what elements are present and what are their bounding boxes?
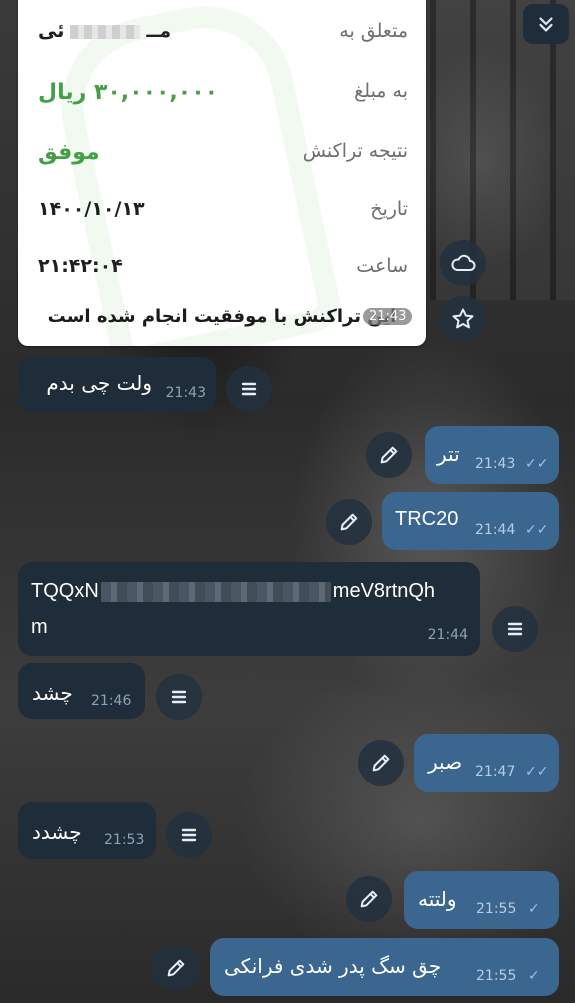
receipt-label: تاریخ [370, 198, 408, 220]
owner-name-start: مــ [146, 20, 172, 42]
check-icon: ✓ [528, 968, 540, 984]
message-text: صبر [428, 750, 463, 774]
message-time: 21:47 [475, 764, 516, 780]
wallet-address-text: TQQxN meV8rtnQh [31, 580, 435, 603]
receipt-row-result: نتیجه تراکنش موفق [18, 140, 426, 180]
redacted-text [100, 581, 331, 602]
message-text: ولت چی بدم [46, 371, 152, 395]
wallet-address-line2: m [31, 616, 48, 638]
message-time: 21:55 [476, 968, 517, 984]
pencil-icon[interactable] [358, 740, 404, 786]
receipt-footer-text: این تراکنش با موفقیت انجام شده است [47, 306, 397, 327]
receipt-row-owner: متعلق به مــ ئی [18, 20, 426, 60]
receipt-footer: این تراکنش با موفقیت انجام شده است 21:43 [18, 306, 426, 327]
receipt-value: ۲۱:۴۲:۰۴ [38, 255, 123, 277]
message-bubble-incoming[interactable]: TQQxN meV8rtnQh m 21:44 [18, 562, 480, 656]
star-icon[interactable] [440, 296, 486, 342]
receipt-card[interactable]: متعلق به مــ ئی به مبلغ ۳۰,۰۰۰,۰۰۰ ریال ن… [18, 0, 426, 346]
message-bubble-outgoing[interactable]: ولتته 21:55 ✓ [404, 871, 559, 929]
cloud-icon[interactable] [440, 240, 486, 286]
message-time: 21:55 [476, 901, 517, 917]
message-bubble-outgoing[interactable]: صبر 21:47 ✓✓ [414, 734, 559, 792]
message-time: 21:53 [104, 832, 145, 848]
receipt-value: ۳۰,۰۰۰,۰۰۰ ریال [38, 80, 219, 105]
message-time: 21:43 [363, 308, 413, 325]
double-check-icon: ✓✓ [525, 522, 549, 538]
receipt-row-date: تاریخ ۱۴۰۰/۱۰/۱۳ [18, 198, 426, 238]
receipt-row-time: ساعت ۲۱:۴۲:۰۴ [18, 255, 426, 295]
message-bubble-outgoing[interactable]: TRC20 21:44 ✓✓ [382, 492, 559, 550]
receipt-value: مــ ئی [38, 20, 171, 42]
pencil-icon[interactable] [326, 499, 372, 545]
wallet-address-end: meV8rtnQh [332, 580, 436, 602]
pencil-icon[interactable] [366, 432, 412, 478]
message-text: چشد [32, 681, 73, 705]
receipt-label: به مبلغ [354, 80, 408, 102]
menu-icon[interactable] [166, 812, 212, 858]
message-text: چق سگ پدر شدی فرانکی [224, 954, 442, 978]
message-bubble-incoming[interactable]: ولت چی بدم 21:43 [18, 357, 216, 412]
message-bubble-outgoing[interactable]: چق سگ پدر شدی فرانکی 21:55 ✓ [210, 938, 559, 996]
receipt-row-amount: به مبلغ ۳۰,۰۰۰,۰۰۰ ریال [18, 80, 426, 120]
receipt-value: ۱۴۰۰/۱۰/۱۳ [38, 198, 145, 220]
wallet-address-start: TQQxN [31, 580, 99, 602]
message-time: 21:44 [427, 627, 468, 643]
message-time: 21:44 [475, 522, 516, 538]
owner-name-end: ئی [38, 20, 65, 42]
receipt-label: نتیجه تراکنش [302, 140, 408, 162]
receipt-value: موفق [38, 140, 100, 165]
receipt-label: متعلق به [339, 20, 408, 42]
message-time: 21:43 [475, 456, 516, 472]
message-text: ولتته [418, 887, 457, 911]
menu-icon[interactable] [492, 606, 538, 652]
pencil-icon[interactable] [153, 945, 199, 991]
message-text: TRC20 [395, 508, 459, 530]
pencil-icon[interactable] [346, 876, 392, 922]
double-check-icon: ✓✓ [525, 764, 549, 780]
message-time: 21:46 [91, 693, 132, 709]
menu-icon[interactable] [156, 674, 202, 720]
receipt-label: ساعت [356, 255, 408, 277]
message-bubble-incoming[interactable]: چشد 21:46 [18, 663, 145, 719]
message-text: چشدد [32, 820, 82, 844]
check-icon: ✓ [528, 901, 540, 917]
message-bubble-outgoing[interactable]: تتر 21:43 ✓✓ [425, 426, 559, 484]
message-time: 21:43 [165, 385, 206, 401]
menu-icon[interactable] [226, 366, 272, 412]
message-text: تتر [437, 442, 460, 466]
double-check-icon: ✓✓ [525, 456, 549, 472]
message-bubble-incoming[interactable]: چشدد 21:53 [18, 802, 156, 859]
redacted-text [70, 24, 141, 39]
chevrons-down-icon[interactable] [523, 4, 569, 44]
